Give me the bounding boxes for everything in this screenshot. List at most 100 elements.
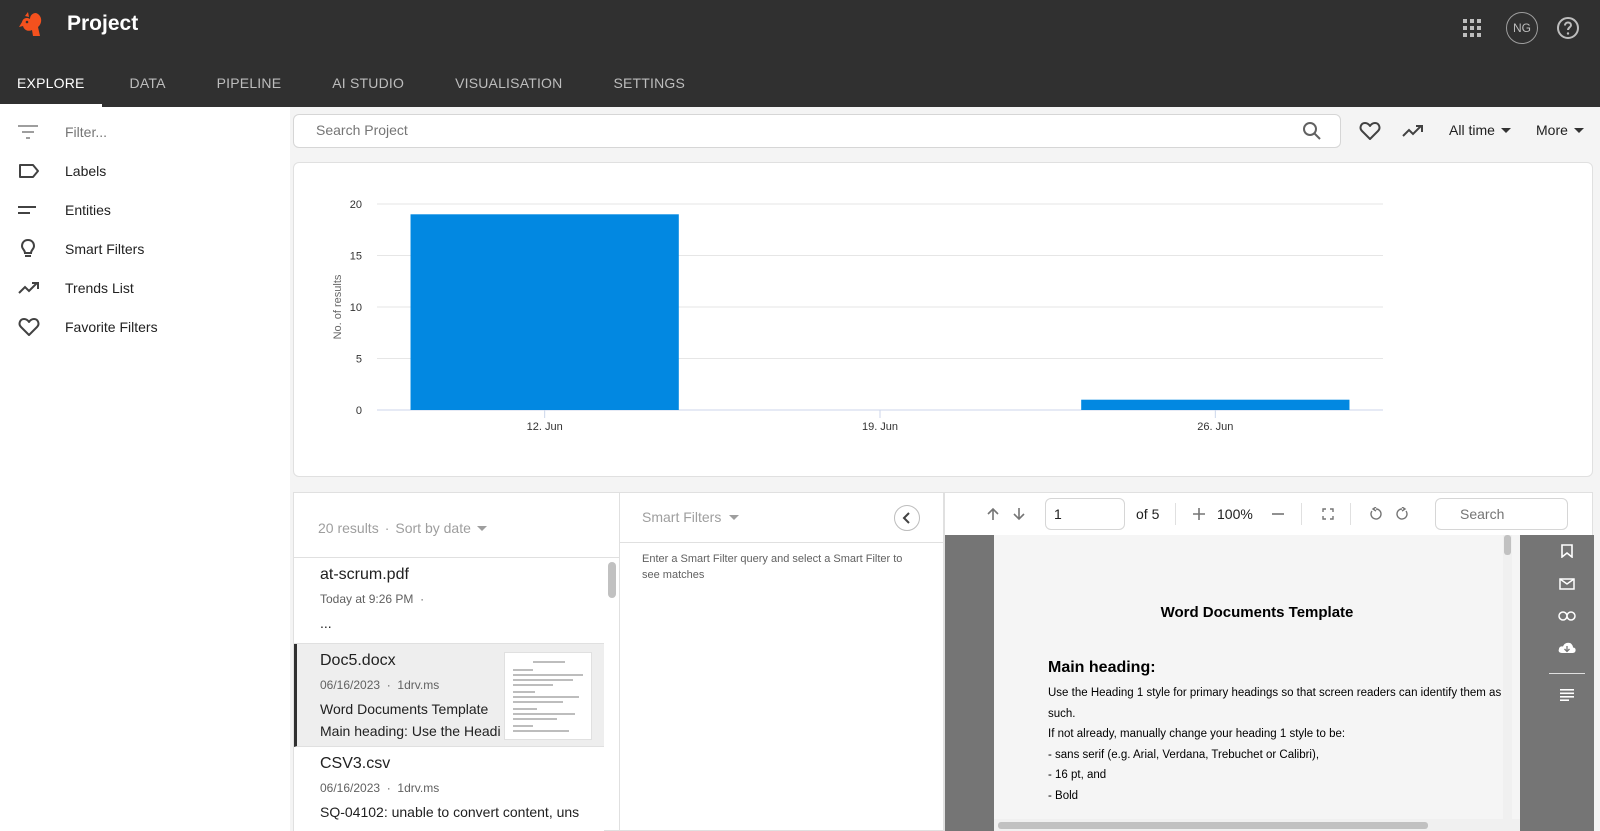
result-date: Today at 9:26 PM: [320, 592, 414, 606]
link-icon[interactable]: [1557, 606, 1577, 626]
more-label: More: [1536, 122, 1568, 138]
arrow-up-icon[interactable]: [983, 504, 1003, 524]
x-tick-label: 12. Jun: [527, 421, 563, 433]
trending-icon: [18, 281, 48, 295]
y-tick-label: 0: [356, 405, 362, 417]
cloud-download-icon[interactable]: [1557, 638, 1577, 658]
lightbulb-icon: [18, 238, 48, 260]
sidebar-filter-input[interactable]: [65, 124, 265, 140]
sidebar-item-label: Labels: [65, 163, 107, 179]
result-snippet: SQ-04102: unable to convert content, uns: [320, 804, 580, 820]
result-title: at-scrum.pdf: [320, 566, 409, 583]
document-line: - sans serif (e.g. Arial, Verdana, Trebu…: [1048, 749, 1320, 761]
label-icon: [18, 163, 48, 179]
document-line: If not already, manually change your hea…: [1048, 728, 1346, 740]
chevron-down-icon: [1573, 127, 1584, 133]
zoom-out-icon[interactable]: [1268, 504, 1288, 524]
result-meta-separator: ·: [386, 678, 391, 692]
sidebar-item-labels[interactable]: Labels: [0, 155, 290, 187]
document-line: - 16 pt, and: [1048, 769, 1107, 781]
mail-icon[interactable]: [1557, 574, 1577, 594]
sidebar-item-smart-filters[interactable]: Smart Filters: [0, 233, 290, 265]
y-tick-label: 20: [350, 199, 362, 211]
tab-explore[interactable]: EXPLORE: [0, 62, 102, 107]
document-line: - Bold: [1048, 790, 1079, 802]
result-meta: 06/16/2023 · 1drv.ms: [320, 678, 439, 692]
apps-grid-icon[interactable]: [1456, 12, 1488, 44]
tab-visualisation[interactable]: VISUALISATION: [438, 62, 579, 107]
divider: [1175, 503, 1176, 525]
collapse-panel-button[interactable]: [894, 505, 920, 531]
document-vertical-scrollbar[interactable]: [1503, 535, 1512, 819]
time-filter-dropdown[interactable]: All time: [1449, 122, 1511, 138]
result-date: 06/16/2023: [320, 678, 381, 692]
document-title: Word Documents Template: [1160, 604, 1354, 621]
x-tick-label: 19. Jun: [862, 421, 898, 433]
search-icon[interactable]: [1302, 121, 1322, 146]
document-viewer: of 5 100% Word Documents Template Main h…: [944, 492, 1594, 831]
result-snippet: Main heading: Use the Headi: [320, 723, 500, 739]
help-icon[interactable]: [1552, 12, 1584, 44]
search-input[interactable]: [316, 122, 1216, 138]
squirrel-logo-icon[interactable]: [16, 10, 46, 40]
more-dropdown[interactable]: More: [1536, 122, 1584, 138]
bookmark-icon[interactable]: [1557, 541, 1577, 561]
sidebar-item-entities[interactable]: Entities: [0, 194, 290, 226]
sort-dropdown[interactable]: Sort by date: [395, 520, 471, 536]
filter-list-icon: [18, 125, 48, 139]
tab-pipeline[interactable]: PIPELINE: [200, 62, 299, 107]
rotate-right-icon[interactable]: [1392, 504, 1412, 524]
results-panel: 20 results · Sort by date at-scrum.pdf T…: [293, 492, 620, 831]
tab-settings[interactable]: SETTINGS: [596, 62, 702, 107]
app-header: Project NG EXPLORE DATA PIPELINE AI STUD…: [0, 0, 1600, 107]
sidebar-item-favorite-filters[interactable]: Favorite Filters: [0, 311, 290, 343]
app-title: Project: [67, 12, 139, 35]
sidebar: Labels Entities Smart Filters Trends Lis…: [0, 107, 290, 831]
fullscreen-icon[interactable]: [1318, 504, 1338, 524]
arrow-down-icon[interactable]: [1009, 504, 1029, 524]
viewer-toolbar: of 5 100%: [945, 493, 1594, 535]
text-lines-icon[interactable]: [1557, 685, 1577, 705]
x-tick-label: 26. Jun: [1197, 421, 1233, 433]
chevron-left-icon: [902, 512, 910, 524]
results-count: 20 results: [318, 520, 379, 536]
result-item-doc5[interactable]: Doc5.docx 06/16/2023 · 1drv.ms Word Docu…: [294, 644, 604, 747]
viewer-side-toolbar: [1529, 535, 1594, 831]
project-search: [293, 114, 1341, 148]
sidebar-item-label: Smart Filters: [65, 241, 145, 257]
sidebar-item-label: Entities: [65, 202, 111, 218]
page-count: of 5: [1136, 506, 1160, 522]
result-item-csv3[interactable]: CSV3.csv 06/16/2023 · 1drv.ms SQ-04102: …: [294, 747, 604, 831]
chart-bar: [1081, 399, 1350, 410]
results-scrollbar[interactable]: [604, 558, 620, 831]
result-meta-separator: ·: [386, 781, 391, 795]
divider: [1350, 503, 1351, 525]
tab-ai-studio[interactable]: AI STUDIO: [315, 62, 421, 107]
scrollbar-thumb[interactable]: [1504, 535, 1511, 555]
viewer-search-input[interactable]: [1435, 498, 1568, 530]
result-item-at-scrum[interactable]: at-scrum.pdf Today at 9:26 PM · ...: [294, 558, 604, 644]
main-tabs: EXPLORE DATA PIPELINE AI STUDIO VISUALIS…: [0, 62, 702, 107]
result-source: 1drv.ms: [397, 678, 440, 692]
scrollbar-thumb[interactable]: [608, 562, 616, 598]
page-number-input[interactable]: [1045, 498, 1125, 530]
trending-icon[interactable]: [1398, 116, 1428, 146]
document-thumbnail: [504, 652, 592, 740]
rotate-left-icon[interactable]: [1366, 504, 1386, 524]
smart-filters-label: Smart Filters: [642, 509, 722, 525]
divider: [1301, 503, 1302, 525]
chevron-down-icon[interactable]: [476, 525, 487, 531]
document-horizontal-scrollbar[interactable]: [994, 819, 1520, 831]
scrollbar-thumb[interactable]: [998, 822, 1428, 829]
favorite-heart-icon[interactable]: [1355, 116, 1385, 146]
smart-filters-message: Enter a Smart Filter query and select a …: [642, 553, 903, 581]
result-snippet: ...: [320, 615, 332, 631]
zoom-in-icon[interactable]: [1189, 504, 1209, 524]
tab-data[interactable]: DATA: [113, 62, 183, 107]
sidebar-item-trends-list[interactable]: Trends List: [0, 272, 290, 304]
results-separator: ·: [384, 520, 390, 536]
document-heading: Main heading:: [1048, 659, 1156, 676]
result-title: CSV3.csv: [320, 755, 391, 772]
user-avatar[interactable]: NG: [1506, 12, 1538, 44]
smart-filters-dropdown[interactable]: Smart Filters: [642, 509, 740, 525]
